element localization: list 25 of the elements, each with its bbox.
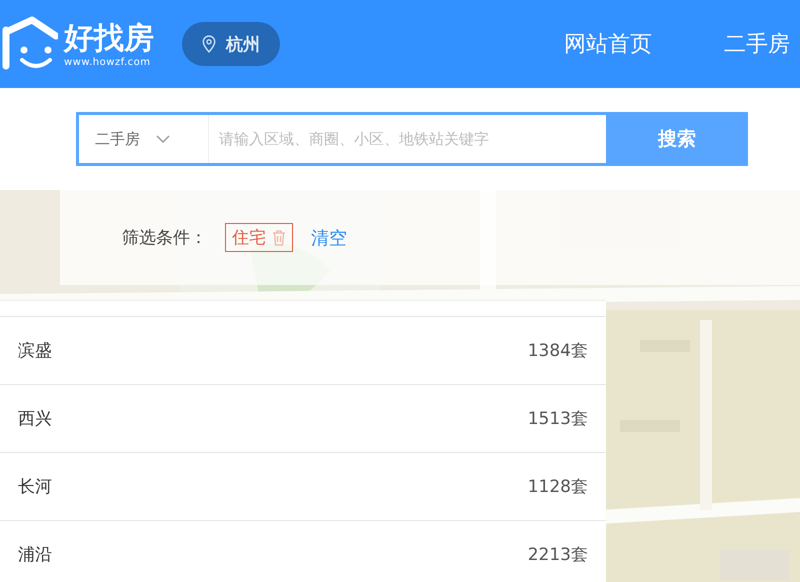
listing-count: 1128套 bbox=[528, 476, 588, 498]
listing-count: 2213套 bbox=[528, 544, 588, 566]
area-name: 长河 bbox=[18, 476, 52, 498]
logo-title: 好找房 bbox=[64, 20, 154, 56]
house-logo-icon bbox=[2, 16, 58, 72]
nav-link[interactable]: 二手房 bbox=[724, 29, 790, 59]
logo-url: www.howzf.com bbox=[64, 56, 152, 68]
filter-label: 筛选条件： bbox=[122, 227, 207, 249]
clear-link[interactable]: 清空 bbox=[311, 226, 347, 250]
listing-count: 1384套 bbox=[528, 340, 588, 362]
location-pin-icon bbox=[202, 35, 216, 53]
nav-link[interactable]: 网站首页 bbox=[564, 29, 652, 59]
area-name: 西兴 bbox=[18, 408, 52, 430]
area-name: 浦沿 bbox=[18, 544, 52, 566]
filter-tag[interactable]: 住宅 bbox=[225, 223, 293, 252]
search-bar[interactable]: 二手房 请输入区域、商圈、小区、地铁站关键字 搜索 bbox=[76, 112, 748, 166]
listing-count: 1513套 bbox=[528, 408, 588, 430]
area-row[interactable]: 西兴 1513套 bbox=[0, 384, 606, 452]
chevron-down-icon bbox=[156, 135, 170, 143]
area-name: 滨盛 bbox=[18, 340, 52, 362]
area-row[interactable]: 滨盛 1384套 bbox=[0, 316, 606, 384]
trash-icon bbox=[272, 230, 286, 246]
area-row[interactable]: 浦沿 2213套 bbox=[0, 520, 606, 582]
city-button[interactable]: 杭州 bbox=[182, 22, 280, 66]
area-row[interactable]: 长河 1128套 bbox=[0, 452, 606, 520]
